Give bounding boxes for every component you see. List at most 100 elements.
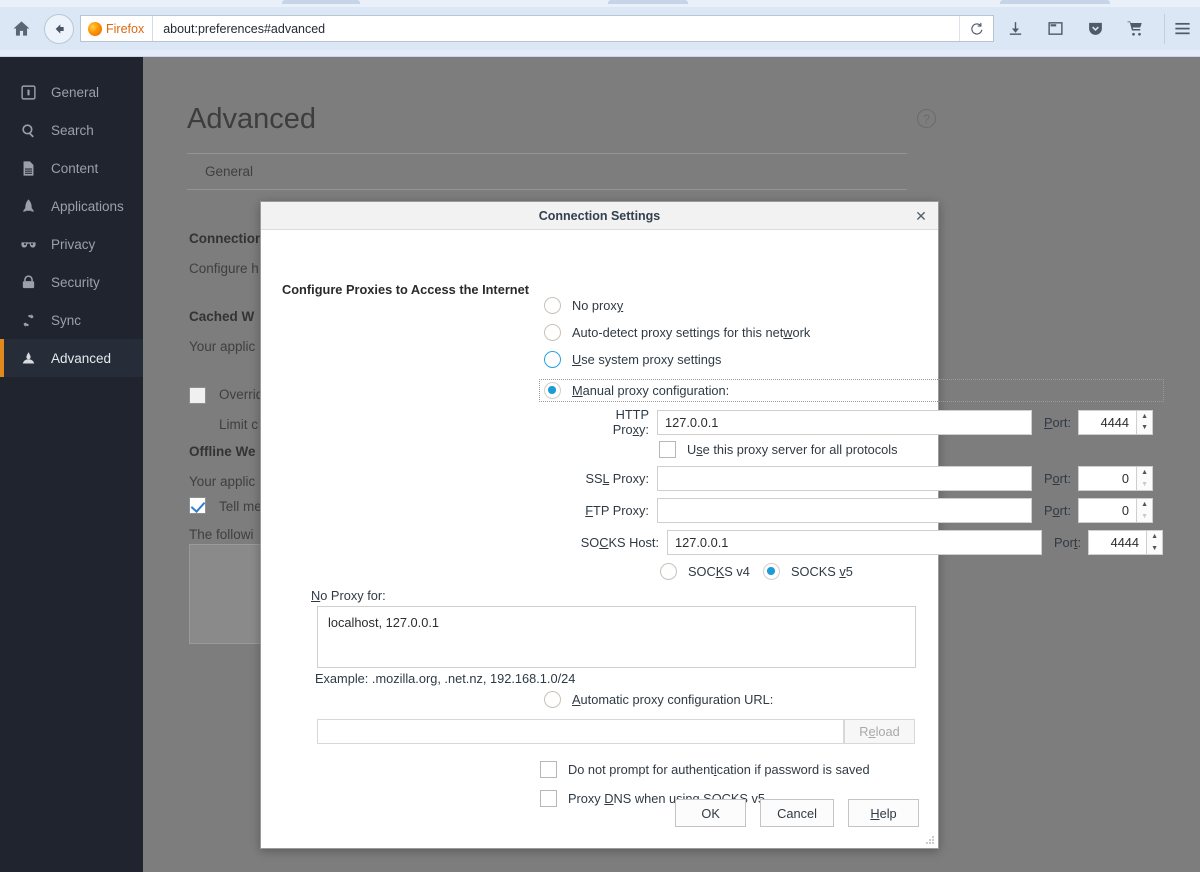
dialog-title: Connection Settings <box>539 209 661 223</box>
content-icon <box>18 160 38 177</box>
general-icon <box>18 84 38 101</box>
radio-label: Automatic proxy configuration URL: <box>572 692 773 707</box>
tell-me-checkbox[interactable] <box>189 497 206 514</box>
spinner-arrows[interactable]: ▲ ▼ <box>1147 530 1163 555</box>
section-desc-connection: Configure h <box>189 261 259 276</box>
radio-manual-proxy-configuration[interactable]: Manual proxy configuration: <box>539 379 1164 402</box>
sidebar-item-advanced[interactable]: Advanced <box>0 339 143 377</box>
radio-indicator <box>763 563 780 580</box>
dialog-title-bar: Connection Settings ✕ <box>261 202 938 230</box>
spin-down-icon: ▼ <box>1137 511 1152 523</box>
home-icon[interactable] <box>2 10 40 48</box>
section-desc-offline-web: Your applic <box>189 474 255 489</box>
toolbar-icon-group <box>1000 14 1200 44</box>
ssl-proxy-input[interactable] <box>657 466 1032 491</box>
sidebar-item-content[interactable]: Content <box>0 149 143 187</box>
radio-label: No proxy <box>572 298 623 313</box>
ssl-proxy-row: SSL Proxy: Port: 0 ▲ ▼ <box>577 466 1153 491</box>
download-icon[interactable] <box>1000 14 1030 44</box>
reload-icon[interactable] <box>959 16 993 41</box>
resize-grip[interactable] <box>925 836 935 846</box>
spin-up-icon[interactable]: ▲ <box>1137 467 1152 479</box>
help-button[interactable]: Help <box>848 799 919 827</box>
radio-indicator <box>660 563 677 580</box>
url-text[interactable]: about:preferences#advanced <box>153 22 325 36</box>
pocket-icon[interactable] <box>1080 14 1110 44</box>
sidebar-item-general[interactable]: General <box>0 73 143 111</box>
search-icon <box>18 122 38 139</box>
sidebar-item-search[interactable]: Search <box>0 111 143 149</box>
spin-up-icon[interactable]: ▲ <box>1137 499 1152 511</box>
reload-pac-button[interactable]: Reload <box>844 719 915 744</box>
ssl-port-stepper[interactable]: 0 ▲ ▼ <box>1078 466 1153 491</box>
no-proxy-for-textarea[interactable]: localhost, 127.0.0.1 <box>317 606 916 668</box>
socks-host-row: SOCKS Host: 127.0.0.1 Port: 4444 ▲ ▼ <box>577 530 1163 555</box>
ftp-port-stepper[interactable]: 0 ▲ ▼ <box>1078 498 1153 523</box>
sidebar-item-applications[interactable]: Applications <box>0 187 143 225</box>
http-port-input[interactable]: 4444 <box>1078 410 1137 435</box>
ok-button[interactable]: OK <box>675 799 746 827</box>
close-icon[interactable]: ✕ <box>912 207 930 225</box>
spin-up-icon[interactable]: ▲ <box>1147 531 1162 543</box>
radio-no-proxy[interactable]: No proxy <box>544 297 623 314</box>
http-proxy-row: HTTP Proxy: 127.0.0.1 Port: 4444 ▲ ▼ <box>577 407 1153 437</box>
sidebar-item-security[interactable]: Security <box>0 263 143 301</box>
background-tab[interactable] <box>282 0 360 4</box>
background-tab[interactable] <box>608 0 688 4</box>
hamburger-menu-icon[interactable] <box>1164 14 1194 44</box>
spin-down-icon[interactable]: ▼ <box>1137 422 1152 434</box>
spinner-arrows[interactable]: ▲ ▼ <box>1137 498 1153 523</box>
sidebar-item-privacy[interactable]: Privacy <box>0 225 143 263</box>
use-proxy-for-all-protocols-checkbox[interactable]: Use this proxy server for all protocols <box>659 441 898 458</box>
radio-automatic-proxy-config-url[interactable]: Automatic proxy configuration URL: <box>544 691 773 708</box>
sync-icon <box>18 312 38 329</box>
radio-label: Manual proxy configuration: <box>572 383 729 398</box>
sidebar-item-label: Content <box>51 161 98 176</box>
radio-label: SOCKS v5 <box>791 564 853 579</box>
sidebar-item-sync[interactable]: Sync <box>0 301 143 339</box>
ftp-port-input[interactable]: 0 <box>1078 498 1137 523</box>
ftp-proxy-input[interactable] <box>657 498 1032 523</box>
radio-socks-v5[interactable]: SOCKS v5 <box>763 563 853 580</box>
proxy-section-heading: Configure Proxies to Access the Internet <box>282 282 529 297</box>
question-mark-help-icon[interactable]: ? <box>917 109 936 128</box>
radio-indicator <box>544 297 561 314</box>
shopping-cart-icon[interactable] <box>1120 14 1150 44</box>
background-tab[interactable] <box>1000 0 1110 4</box>
spin-down-icon[interactable]: ▼ <box>1147 543 1162 555</box>
sidebar-item-label: Security <box>51 275 100 290</box>
http-proxy-input[interactable]: 127.0.0.1 <box>657 410 1032 435</box>
spinner-arrows[interactable]: ▲ ▼ <box>1137 410 1153 435</box>
address-bar[interactable]: Firefox about:preferences#advanced <box>80 15 994 42</box>
window-reader-icon[interactable] <box>1040 14 1070 44</box>
socks-host-label: SOCKS Host: <box>577 535 659 550</box>
ssl-port-input[interactable]: 0 <box>1078 466 1137 491</box>
do-not-prompt-auth-checkbox[interactable]: Do not prompt for authentication if pass… <box>540 761 870 778</box>
section-desc-cached-web: Your applic <box>189 339 255 354</box>
browser-window: Firefox about:preferences#advanced <box>0 0 1200 872</box>
http-port-stepper[interactable]: 4444 ▲ ▼ <box>1078 410 1153 435</box>
spin-down-icon: ▼ <box>1137 479 1152 491</box>
tab-general[interactable]: General <box>187 154 271 189</box>
radio-socks-v4[interactable]: SOCKS v4 <box>660 563 750 580</box>
socks-host-input[interactable]: 127.0.0.1 <box>667 530 1042 555</box>
socks-port-input[interactable]: 4444 <box>1088 530 1147 555</box>
radio-use-system-proxy[interactable]: Use system proxy settings <box>544 351 721 368</box>
pac-url-input[interactable] <box>317 719 844 744</box>
socks-port-stepper[interactable]: 4444 ▲ ▼ <box>1088 530 1163 555</box>
socks-port-label: Port: <box>1054 535 1081 550</box>
firefox-logo-icon <box>88 22 102 36</box>
following-label: The followi <box>189 527 254 542</box>
back-button[interactable] <box>44 14 74 44</box>
security-lock-icon <box>18 274 38 291</box>
spin-up-icon[interactable]: ▲ <box>1137 411 1152 423</box>
section-heading-connection: Connection <box>189 231 263 246</box>
privacy-mask-icon <box>18 236 38 253</box>
cancel-button[interactable]: Cancel <box>760 799 834 827</box>
override-checkbox[interactable] <box>189 387 206 404</box>
preferences-tab-row: General <box>187 153 907 190</box>
radio-auto-detect-proxy[interactable]: Auto-detect proxy settings for this netw… <box>544 324 810 341</box>
sidebar-item-label: Privacy <box>51 237 95 252</box>
spinner-arrows[interactable]: ▲ ▼ <box>1137 466 1153 491</box>
connection-settings-dialog: Connection Settings ✕ Configure Proxies … <box>260 201 939 849</box>
